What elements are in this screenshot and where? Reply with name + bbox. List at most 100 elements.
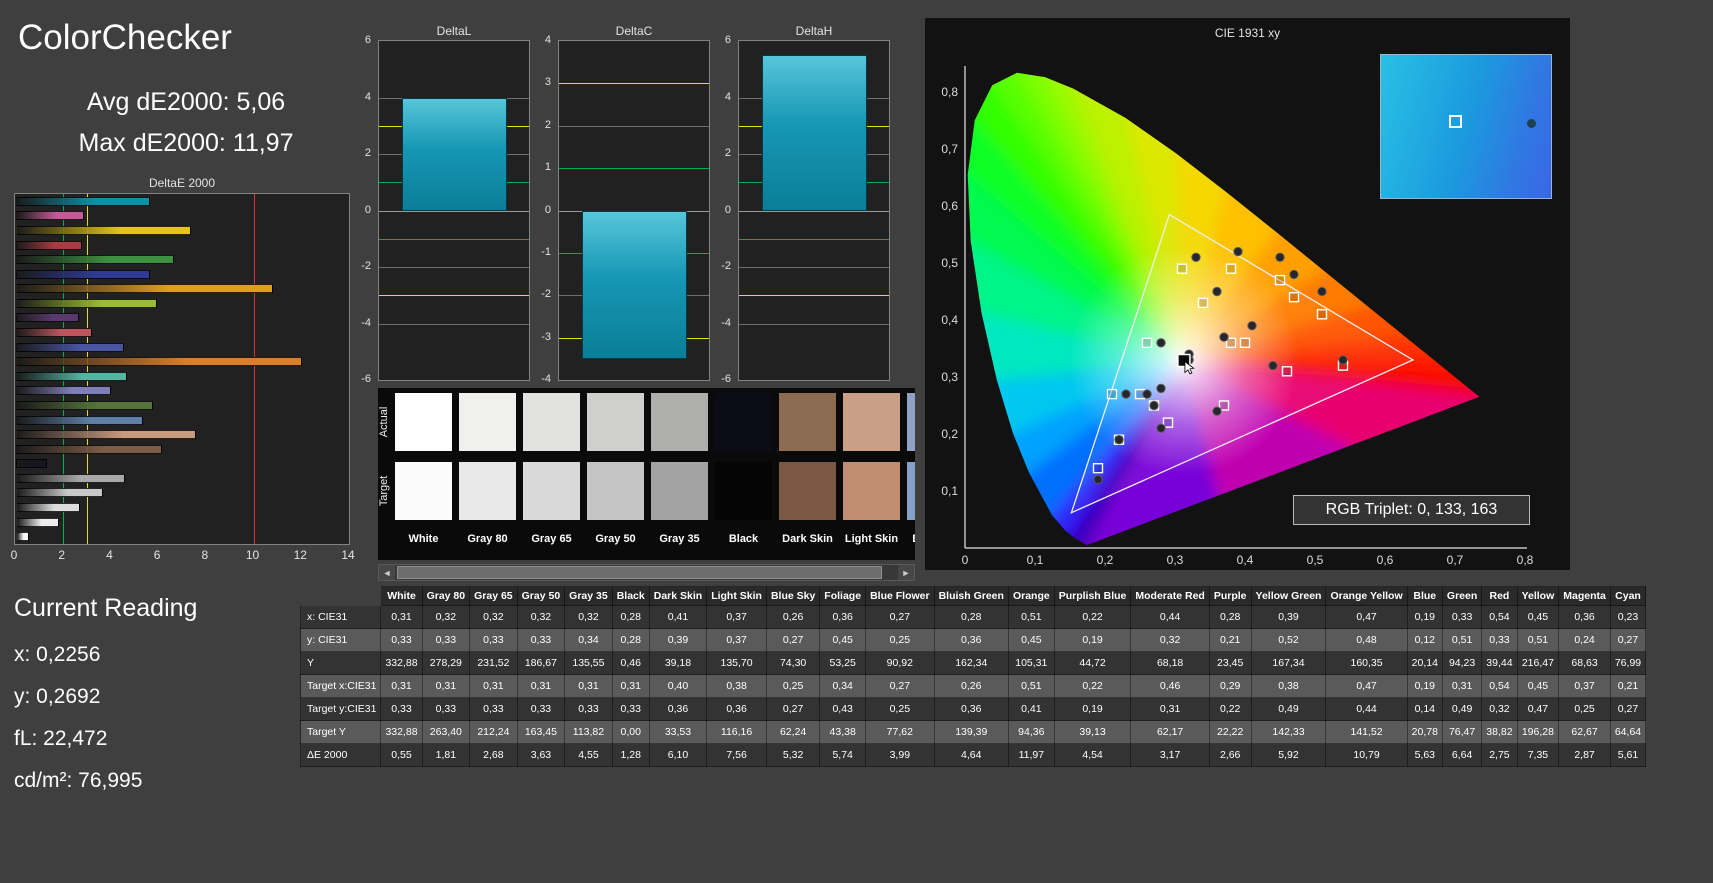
column-header: Bluish Green	[933, 586, 1009, 606]
deltae-bar	[16, 473, 125, 483]
row-label: ΔE 2000	[299, 743, 382, 767]
patch-name: Dark Skin	[782, 533, 833, 545]
table-cell: 0,33	[380, 697, 423, 721]
measured-dot	[1121, 389, 1131, 399]
table-cell: 0,28	[611, 628, 650, 652]
table-cell: 2,66	[1208, 743, 1252, 767]
table-cell: 0,45	[1516, 605, 1560, 629]
table-cell: 0,45	[819, 628, 867, 652]
column-header: Blue Flower	[865, 586, 935, 606]
table-cell: 0,31	[421, 674, 471, 698]
table-cell: 0,31	[380, 674, 423, 698]
deltae-bar	[16, 211, 85, 221]
table-cell: 5,74	[819, 743, 867, 767]
table-cell: 0,55	[380, 743, 423, 767]
max-de2000-label: Max dE2000: 11,97	[78, 129, 294, 157]
table-cell: 0,39	[648, 628, 708, 652]
actual-swatch	[523, 393, 580, 451]
scrollbar-track[interactable]	[395, 565, 898, 580]
table-cell: 0,46	[611, 651, 650, 675]
measured-dot	[1114, 435, 1124, 445]
table-cell: 0,28	[1208, 605, 1252, 629]
deltae-bar	[16, 430, 197, 440]
table-cell: 0,34	[564, 628, 613, 652]
table-cell: 135,55	[564, 651, 613, 675]
deltae-bar	[16, 459, 47, 469]
target-square	[1288, 292, 1300, 303]
table-cell: 0,33	[469, 628, 518, 652]
patch-column: Dark Skin	[779, 393, 836, 560]
target-square	[1106, 388, 1118, 400]
actual-swatch	[459, 393, 516, 451]
column-header: Dark Skin	[648, 586, 708, 606]
patch-columns: White Gray 80 Gray 65 Gray 50 Gray 35 Black Da…	[395, 393, 915, 560]
table-cell: 212,24	[469, 720, 518, 744]
measured-dot	[1212, 406, 1222, 416]
target-square	[1092, 463, 1104, 474]
table-cell: 0,22	[1053, 674, 1132, 698]
scroll-left-button[interactable]: ◄	[379, 565, 395, 580]
scroll-right-button[interactable]: ►	[898, 565, 914, 580]
table-cell: 0,33	[516, 628, 566, 652]
deltae-bar	[16, 328, 92, 338]
deltae-bar	[16, 371, 127, 381]
target-swatch	[459, 462, 516, 520]
gridline	[739, 267, 889, 268]
table-cell: 0,36	[933, 628, 1009, 652]
y-tick-label: 0,7	[941, 142, 958, 156]
y-tick-label: 6	[364, 34, 371, 46]
measured-dot	[1212, 286, 1222, 297]
table-cell: 20,78	[1406, 720, 1443, 744]
deltae-bar	[16, 386, 112, 396]
deltae-plot-area	[14, 193, 350, 545]
table-cell: 4,54	[1053, 743, 1132, 767]
measured-dot	[1149, 400, 1159, 411]
y-tick-label: 0,8	[941, 85, 958, 99]
deltae-bar	[16, 357, 302, 367]
x-tick-label: 0,1	[1027, 553, 1044, 567]
table-cell: 0,19	[1053, 697, 1132, 721]
actual-swatch	[843, 393, 900, 451]
y-tick-label: 2	[724, 147, 731, 159]
patch-column: Gray 80	[459, 393, 516, 560]
measured-dot	[1142, 389, 1152, 399]
table-row: Target Y 332,88 263,40 212,24 163,45 113,82 0,…	[299, 720, 1647, 744]
y-tick-label: 4	[724, 90, 731, 103]
table-cell: 0,22	[1053, 605, 1132, 629]
table-cell: 142,33	[1250, 720, 1327, 744]
table-cell: 2,68	[469, 743, 518, 767]
deltal-plot-area	[378, 40, 530, 381]
table-cell: 0,47	[1516, 697, 1560, 721]
y-tick-label: 0,6	[941, 199, 958, 213]
cie-1931-panel: 0 0,1 0,1 0,2 0,2 0,3 0,3 0,4 0,4 0,5 0,5 0,6 0,6 0,7…	[925, 18, 1570, 570]
table-cell: 186,67	[516, 651, 566, 675]
table-cell: 139,39	[933, 720, 1009, 744]
column-header: Blue Sky	[765, 586, 821, 606]
table-cell: 3,63	[516, 743, 566, 767]
column-header: Purple	[1208, 586, 1252, 606]
table-cell: 0,51	[1516, 628, 1560, 652]
table-cell: 0,27	[1609, 628, 1647, 652]
corner-cell	[301, 587, 381, 606]
deltah-y-axis: 6 4 2 0 -2 -4 -6	[712, 34, 734, 385]
table-cell: 0,27	[765, 628, 821, 652]
table-cell: 141,52	[1325, 720, 1408, 744]
table-cell: 0,27	[1609, 697, 1647, 721]
patch-strip-scrollbar[interactable]: ◄ ►	[378, 564, 915, 581]
table-cell: 0,22	[1208, 697, 1252, 721]
table-cell: 231,52	[469, 651, 518, 675]
patch-name: Gray 80	[467, 533, 508, 545]
table-cell: 62,17	[1130, 720, 1210, 744]
table-cell: 0,33	[421, 697, 471, 721]
target-square	[1316, 309, 1328, 320]
patch-column: Blue Sky	[907, 393, 915, 560]
column-header: Gray 50	[516, 586, 566, 606]
target-square	[1274, 274, 1286, 286]
target-swatch	[907, 462, 915, 520]
column-header: Light Skin	[706, 586, 767, 606]
table-cell: 0,19	[1406, 605, 1443, 629]
table-cell: 160,35	[1325, 651, 1408, 675]
scrollbar-thumb[interactable]	[397, 566, 882, 579]
gridline	[379, 267, 529, 268]
table-cell: 332,88	[380, 720, 423, 744]
